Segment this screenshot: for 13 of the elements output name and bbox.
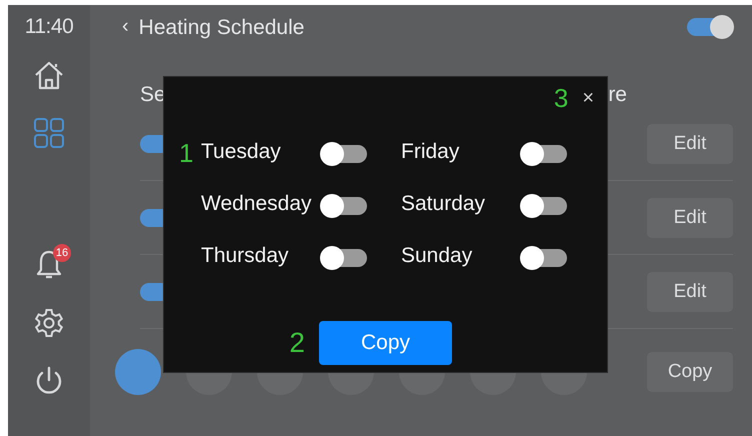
day-label: Saturday xyxy=(401,192,486,216)
day-label: Thursday xyxy=(201,244,289,268)
day-label: Sunday xyxy=(401,244,472,268)
clock-time: 11:40 xyxy=(24,15,74,39)
notification-badge: 16 xyxy=(53,244,71,262)
day-label: Tuesday xyxy=(201,140,281,164)
step-marker: 2 xyxy=(289,329,305,357)
day-label: Wednesday xyxy=(201,192,312,216)
step-marker: 1 xyxy=(179,140,194,170)
page-title: Heating Schedule xyxy=(138,16,306,40)
step-marker: 3 xyxy=(554,85,568,111)
day-label: Friday xyxy=(401,140,460,164)
section-heading: re xyxy=(608,83,627,107)
